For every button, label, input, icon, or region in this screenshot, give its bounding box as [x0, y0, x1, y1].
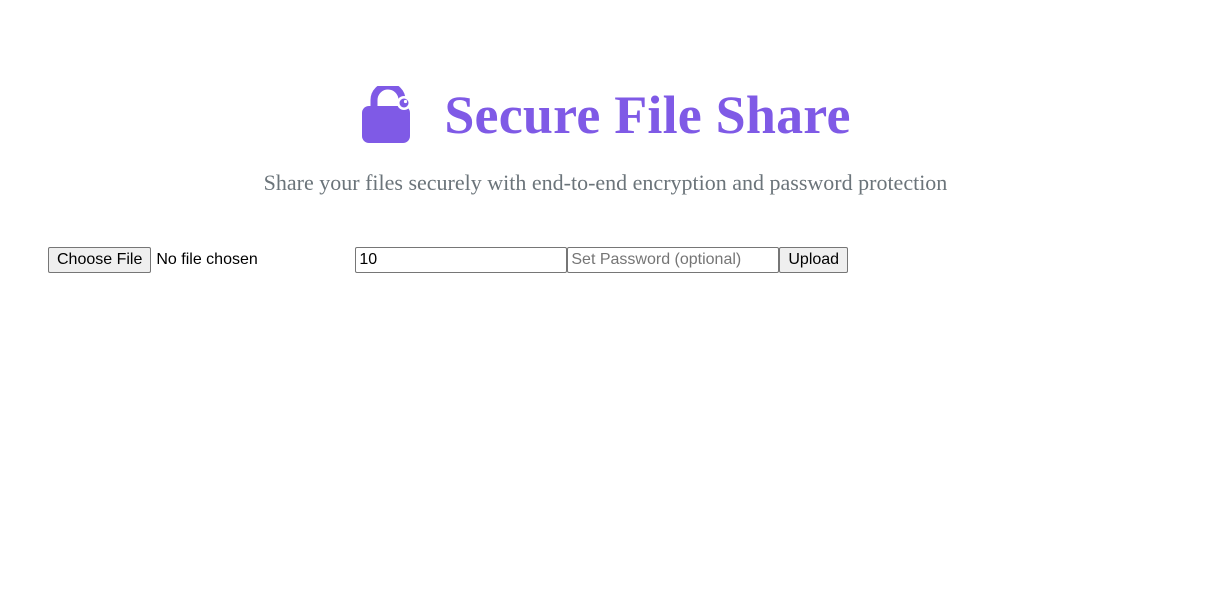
page-header: Secure File Share: [0, 80, 1211, 150]
expiry-input[interactable]: [355, 247, 568, 273]
page-subtitle: Share your files securely with end-to-en…: [263, 170, 948, 195]
file-status-text: No file chosen: [156, 251, 258, 268]
lock-icon: [360, 82, 416, 144]
upload-form: Choose File No file chosen Upload: [48, 247, 849, 273]
password-input[interactable]: [567, 247, 780, 273]
upload-button[interactable]: Upload: [779, 247, 849, 273]
page-title: Secure File Share: [444, 85, 851, 145]
title-row: Secure File Share: [360, 80, 850, 150]
choose-file-button[interactable]: Choose File: [48, 247, 152, 273]
